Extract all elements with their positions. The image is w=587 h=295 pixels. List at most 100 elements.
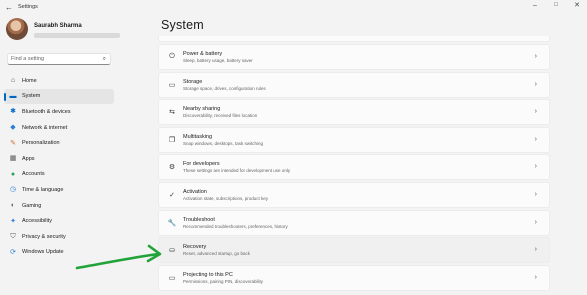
storage-icon: ▭ bbox=[168, 81, 176, 89]
sidebar-item-system[interactable]: ▬ System bbox=[4, 88, 114, 105]
sidebar-item-label: Network & internet bbox=[22, 124, 68, 131]
window-title: Settings bbox=[18, 4, 38, 10]
settings-card-recovery[interactable]: ⛀ Recovery Reset, advanced startup, go bac… bbox=[158, 237, 550, 264]
sidebar-item-personalization[interactable]: ✎ Personalization bbox=[4, 135, 114, 151]
card-subtitle: Discoverability, received files location bbox=[183, 113, 258, 119]
bluetooth-icon: ✱ bbox=[10, 108, 16, 116]
settings-card-nearby-sharing[interactable]: ⇆ Nearby sharing Discoverability, received… bbox=[158, 99, 550, 126]
sidebar-item-label: Time & language bbox=[22, 186, 64, 193]
settings-card-troubleshoot[interactable]: 🔧 Troubleshoot Recommended troubleshooters… bbox=[158, 209, 550, 236]
chevron-right-icon: › bbox=[534, 218, 537, 226]
card-subtitle: Permissions, pairing PIN, discoverabilit… bbox=[183, 278, 264, 284]
recovery-icon: ⛀ bbox=[169, 247, 175, 255]
personalization-icon: ✎ bbox=[10, 139, 16, 147]
nearby-sharing-icon: ⇆ bbox=[169, 109, 175, 117]
settings-card-for-developers[interactable]: ⚙ For developers These settings are intend… bbox=[158, 154, 550, 181]
search-input[interactable] bbox=[11, 56, 101, 62]
search-box[interactable]: ⌕ bbox=[7, 53, 111, 65]
sidebar-item-time-language[interactable]: ◷ Time & language bbox=[4, 182, 114, 198]
card-subtitle: Snap windows, desktops, task switching bbox=[183, 140, 264, 146]
card-title: Recovery bbox=[183, 244, 207, 251]
multitasking-icon: ❐ bbox=[168, 136, 176, 144]
sidebar-item-bluetooth-devices[interactable]: ✱ Bluetooth & devices bbox=[4, 104, 114, 120]
gaming-icon: ◐ bbox=[10, 202, 16, 210]
card-subtitle: Activation state, subscriptions, product… bbox=[183, 195, 269, 201]
search-icon[interactable]: ⌕ bbox=[103, 56, 106, 63]
sidebar-item-accessibility[interactable]: ✦ Accessibility bbox=[4, 213, 114, 229]
title-bar: ← Settings bbox=[0, 0, 587, 14]
power-icon: ⏻ bbox=[169, 53, 175, 60]
sidebar-item-label: Privacy & security bbox=[22, 233, 66, 240]
back-arrow-icon[interactable]: ← bbox=[2, 0, 16, 14]
card-title: Activation bbox=[183, 188, 207, 195]
avatar bbox=[6, 18, 28, 40]
close-button[interactable]: ✕ bbox=[568, 0, 586, 10]
sidebar-item-label: Apps bbox=[22, 155, 35, 162]
card-text: For developers These settings are intende… bbox=[183, 161, 290, 173]
chevron-right-icon: › bbox=[534, 273, 537, 281]
activation-icon: ✓ bbox=[169, 191, 175, 199]
maximize-button[interactable]: □ bbox=[547, 0, 565, 10]
card-title: Power & battery bbox=[183, 51, 223, 57]
home-icon: ⌂ bbox=[10, 77, 16, 85]
settings-card-multitasking[interactable]: ❐ Multitasking Snap windows, desktops, tas… bbox=[158, 126, 550, 153]
page-title: System bbox=[161, 18, 204, 32]
sidebar-item-apps[interactable]: ▦ Apps bbox=[4, 151, 114, 167]
card-subtitle: These settings are intended for developm… bbox=[183, 168, 291, 174]
card-text: Projecting to this PC Permissions, pairin… bbox=[183, 272, 263, 284]
windows-update-icon: ⟳ bbox=[10, 248, 16, 256]
sidebar-item-label: Gaming bbox=[22, 202, 42, 209]
sidebar-item-network-internet[interactable]: ◆ Network & internet bbox=[4, 120, 114, 136]
troubleshoot-icon: 🔧 bbox=[167, 219, 177, 227]
card-subtitle: Recommended troubleshooters, preferences… bbox=[183, 223, 288, 229]
developers-icon: ⚙ bbox=[168, 164, 176, 172]
settings-card-list: ⏻ Power & battery Sleep, battery usage, ba… bbox=[158, 36, 550, 292]
accessibility-icon: ✦ bbox=[10, 217, 16, 225]
profile-email-redacted bbox=[34, 33, 120, 38]
settings-card-power-battery[interactable]: ⏻ Power & battery Sleep, battery usage, ba… bbox=[158, 44, 550, 70]
chevron-right-icon: › bbox=[534, 246, 537, 254]
settings-card-storage[interactable]: ▭ Storage Storage space, drives, configura… bbox=[158, 71, 550, 98]
card-title: Nearby sharing bbox=[183, 106, 221, 113]
sidebar-item-label: System bbox=[22, 93, 41, 100]
card-text: Troubleshoot Recommended troubleshooters,… bbox=[183, 217, 288, 229]
card-title: For developers bbox=[183, 161, 220, 168]
sidebar-item-label: Accounts bbox=[22, 171, 45, 178]
card-title: Projecting to this PC bbox=[183, 271, 233, 278]
settings-card-activation[interactable]: ✓ Activation Activation state, subscriptio… bbox=[158, 181, 550, 208]
privacy-shield-icon: ⛉ bbox=[10, 233, 16, 241]
chevron-right-icon: › bbox=[534, 53, 537, 60]
minimize-button[interactable]: – bbox=[526, 0, 544, 10]
card-text: Multitasking Snap windows, desktops, task… bbox=[183, 134, 263, 146]
card-text: Recovery Reset, advanced startup, go back bbox=[183, 244, 250, 256]
sidebar-item-gaming[interactable]: ◐ Gaming bbox=[4, 198, 114, 214]
chevron-right-icon: › bbox=[534, 163, 537, 171]
settings-card-projecting-to-this-pc[interactable]: ▭ Projecting to this PC Permissions, pairi… bbox=[158, 264, 550, 291]
sidebar-item-home[interactable]: ⌂ Home bbox=[4, 73, 114, 89]
card-subtitle: Reset, advanced startup, go back bbox=[183, 251, 251, 257]
sidebar-item-label: Windows Update bbox=[22, 249, 64, 256]
network-icon: ◆ bbox=[10, 124, 16, 132]
card-text: Storage Storage space, drives, configurat… bbox=[183, 79, 266, 91]
sidebar-item-label: Home bbox=[22, 77, 37, 84]
sidebar-item-label: Accessibility bbox=[22, 218, 52, 225]
chevron-right-icon: › bbox=[534, 135, 537, 143]
sidebar-item-label: Bluetooth & devices bbox=[22, 108, 71, 115]
sidebar-item-label: Personalization bbox=[22, 140, 60, 147]
card-text: Activation Activation state, subscription… bbox=[183, 189, 268, 201]
sidebar-item-accounts[interactable]: ● Accounts bbox=[4, 167, 114, 183]
card-title: Multitasking bbox=[183, 133, 213, 140]
profile-name: Saurabh Sharma bbox=[34, 23, 82, 29]
user-profile[interactable]: Saurabh Sharma bbox=[6, 18, 120, 40]
card-list-top-edge bbox=[158, 36, 550, 42]
accounts-icon: ● bbox=[10, 170, 16, 178]
sidebar-nav: ⌂ Home ▬ System ✱ Bluetooth & devices ◆ Network… bbox=[4, 73, 114, 260]
card-title: Storage bbox=[183, 78, 203, 85]
sidebar-item-windows-update[interactable]: ⟳ Windows Update bbox=[4, 245, 114, 261]
chevron-right-icon: › bbox=[534, 190, 537, 198]
sidebar-item-privacy-security[interactable]: ⛉ Privacy & security bbox=[4, 229, 114, 245]
projecting-icon: ▭ bbox=[168, 274, 176, 282]
time-language-icon: ◷ bbox=[9, 186, 17, 194]
chevron-right-icon: › bbox=[534, 108, 537, 116]
card-subtitle: Storage space, drives, configuration rul… bbox=[183, 85, 266, 91]
